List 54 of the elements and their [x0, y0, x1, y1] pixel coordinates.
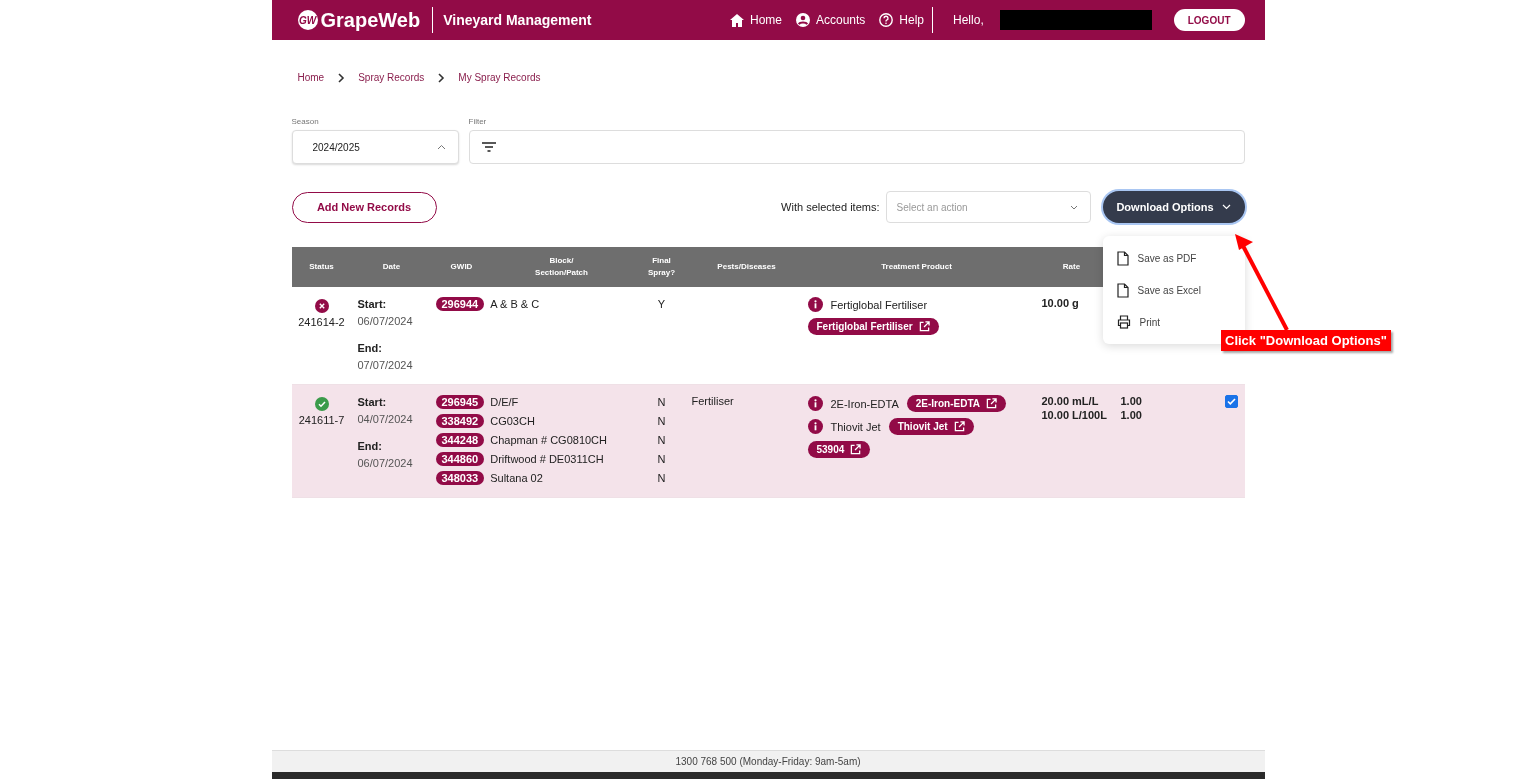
quantity-value: 1.00 [1120, 409, 1143, 422]
column-header: Date [381, 261, 402, 273]
rate-value: 10.00 g [1041, 297, 1080, 309]
start-date: 06/07/2024 [357, 313, 414, 329]
final-spray-cell-text: N [656, 415, 667, 428]
block-name: Sultana 02 [490, 472, 543, 485]
quantity-value: 1.00 [1120, 395, 1143, 408]
bulk-action-label: With selected items: [781, 201, 880, 213]
pest-cell: Fertiliser [691, 395, 734, 408]
logo-text: GrapeWeb [320, 8, 421, 32]
column-header: Final Spray? [646, 255, 677, 279]
rate-value: 10.00 L/100L [1041, 409, 1108, 422]
final-spray-cell-text: N [656, 396, 667, 409]
annotation-label: Click "Download Options" [1221, 330, 1391, 351]
rate-value: 20.00 mL/L [1041, 395, 1100, 408]
start-date: 04/07/2024 [357, 412, 414, 428]
final-spray-cell-text: N [656, 434, 667, 447]
product-name: 2E-Iron-EDTA [830, 397, 899, 410]
block-name: CG03CH [490, 415, 535, 428]
gwid-badge: 344248 [435, 433, 485, 448]
field-label: Season [291, 117, 320, 126]
date-label: Start: [357, 395, 388, 411]
product-name: Fertiglobal Fertiliser [830, 298, 928, 311]
gwid-badge: 344860 [435, 452, 485, 467]
block-name: Chapman # CG0810CH [490, 434, 607, 447]
support-phone: 1300 768 500 (Monday-Friday: 9am-5am) [675, 756, 861, 767]
block-name: A & B & C [490, 298, 540, 310]
column-header: Rate [1061, 261, 1082, 273]
date-label: Start: [357, 297, 388, 312]
column-header: Block/ Section/Patch [534, 255, 589, 279]
final-spray-cell-text: Y [656, 298, 667, 310]
gwid-badge: 348033 [435, 471, 485, 486]
record-id: 241611-7 [298, 414, 345, 427]
date-label: End: [357, 340, 383, 356]
block-name: D/E/F [490, 396, 519, 409]
column-header: Pests/Diseases [716, 261, 777, 273]
column-header: Treatment Product [880, 261, 953, 273]
block-name: Driftwood # DE0311CH [490, 453, 604, 466]
end-date: 07/07/2024 [357, 357, 414, 373]
column-header: Status [308, 261, 335, 273]
product-name: Thiovit Jet [830, 420, 881, 433]
logo-mark: GW [297, 10, 318, 30]
gwid-badge: 338492 [435, 414, 485, 429]
gwid-badge: 296945 [435, 395, 485, 410]
app-title: Vineyard Management [443, 12, 592, 28]
field-label: Filter [468, 117, 488, 126]
record-id: 241614-2 [298, 316, 345, 328]
date-label: End: [357, 439, 383, 454]
column-header: GWID [449, 261, 474, 273]
greeting: Hello, [953, 13, 984, 27]
final-spray-cell-text: N [656, 472, 667, 485]
gwid-badge: 296944 [435, 297, 485, 311]
end-date: 06/07/2024 [357, 455, 414, 471]
final-spray-cell-text: N [656, 453, 667, 466]
